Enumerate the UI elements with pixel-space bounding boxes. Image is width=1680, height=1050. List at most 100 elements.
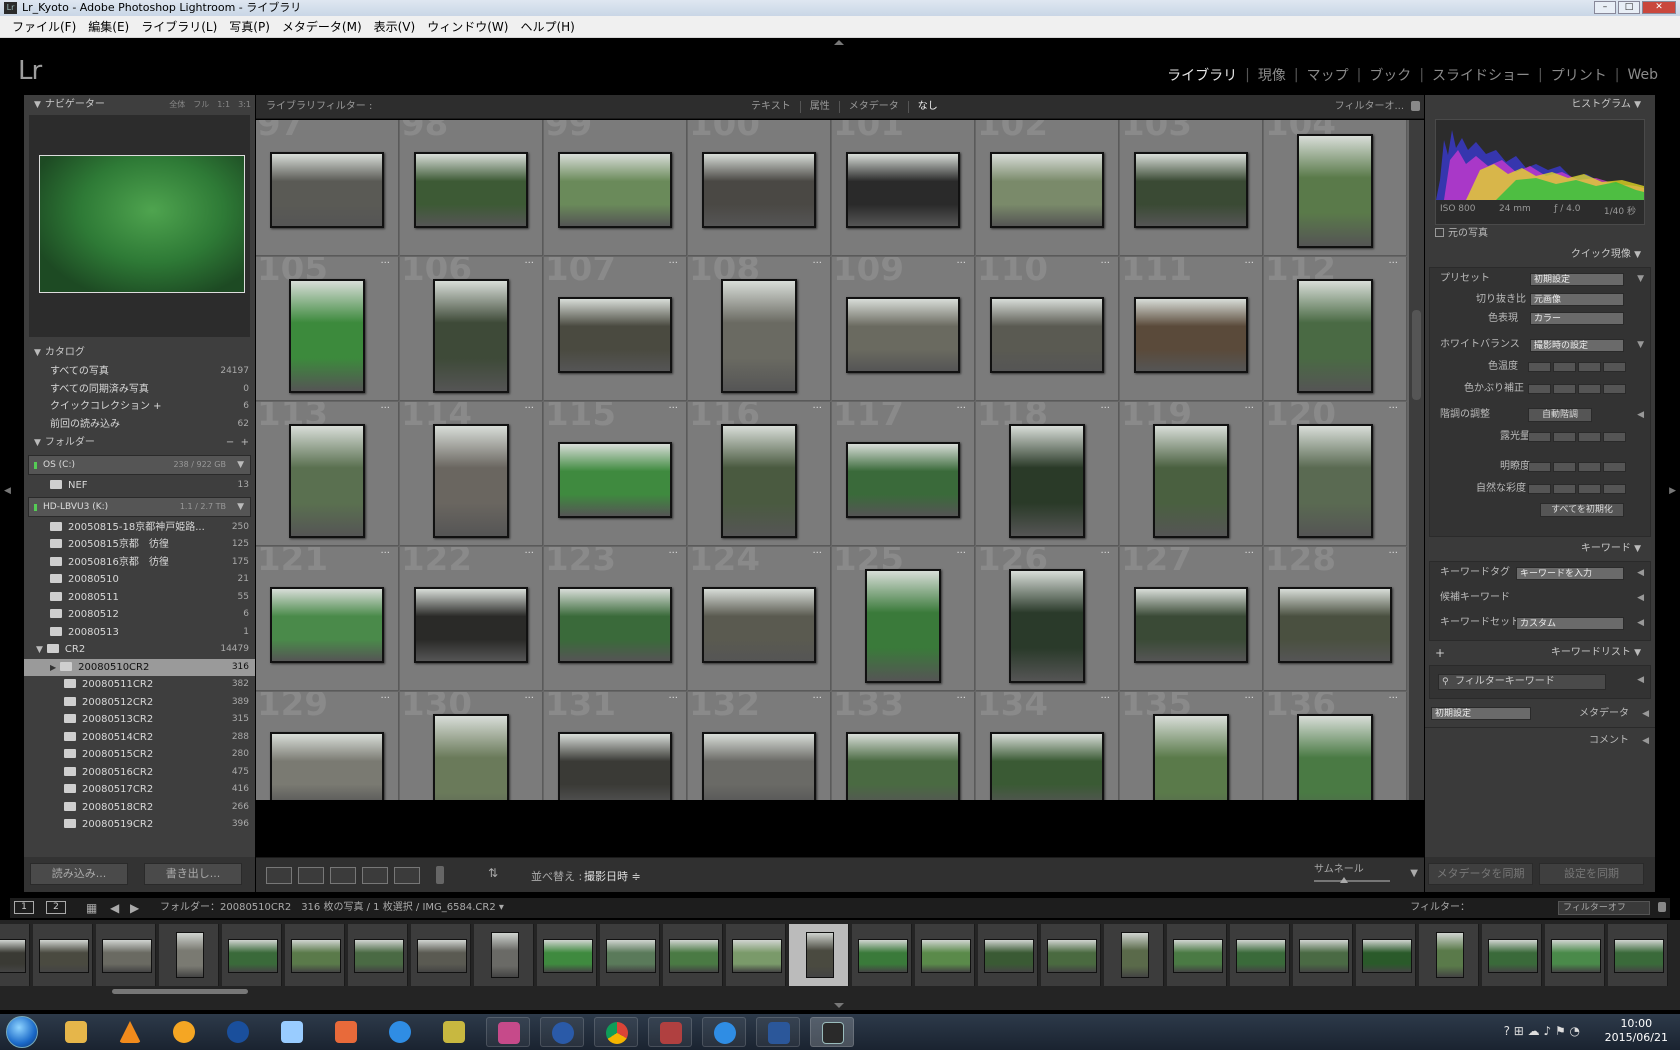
menu-view[interactable]: 表示(V) xyxy=(368,16,422,37)
grid-cell-menu-icon[interactable]: ... xyxy=(380,547,390,556)
filmstrip-cell[interactable] xyxy=(411,924,471,986)
grid-cell-menu-icon[interactable]: ... xyxy=(812,257,822,266)
photo-thumbnail[interactable] xyxy=(702,732,816,800)
dropdown-triangle-icon[interactable]: ▼ xyxy=(237,498,244,516)
grid-cell[interactable]: 126... xyxy=(976,547,1119,691)
grid-cell-menu-icon[interactable]: ... xyxy=(812,547,822,556)
photo-thumbnail[interactable] xyxy=(414,152,528,228)
grid-cell-menu-icon[interactable]: ... xyxy=(1388,402,1398,411)
grid-cell[interactable]: 122... xyxy=(400,547,543,691)
grid-cell[interactable]: 116... xyxy=(688,402,831,546)
photo-thumbnail[interactable] xyxy=(1134,297,1248,373)
photo-thumbnail[interactable] xyxy=(1134,152,1248,228)
filmstrip-cell[interactable] xyxy=(285,924,345,986)
filmstrip-cell[interactable] xyxy=(1104,924,1164,986)
grid-cell[interactable]: 130... xyxy=(400,692,543,800)
filmstrip-thumbnail[interactable] xyxy=(1047,939,1097,973)
grid-cell[interactable]: 114... xyxy=(400,402,543,546)
filmstrip-thumbnail[interactable] xyxy=(291,939,341,973)
filmstrip-cell[interactable] xyxy=(1293,924,1353,986)
filmstrip-cell[interactable] xyxy=(474,924,534,986)
primary-window-button[interactable]: 1 xyxy=(14,901,34,914)
grid-cell-menu-icon[interactable]: ... xyxy=(380,120,390,121)
vibrance-buttons[interactable] xyxy=(1528,484,1626,494)
grid-cell[interactable]: 104... xyxy=(1264,120,1407,256)
filmstrip-thumbnail[interactable] xyxy=(354,939,404,973)
top-panel-toggle-icon[interactable] xyxy=(834,40,844,45)
folders-header[interactable]: ▼ フォルダー − + xyxy=(24,433,255,453)
filmstrip-thumbnail[interactable] xyxy=(984,939,1034,973)
grid-cell-menu-icon[interactable]: ... xyxy=(956,692,966,701)
filmstrip-cell[interactable] xyxy=(537,924,597,986)
temperature-buttons[interactable] xyxy=(1528,362,1626,372)
grid-cell[interactable]: 118... xyxy=(976,402,1119,546)
grid-cell-menu-icon[interactable]: ... xyxy=(1244,692,1254,701)
sync-metadata-button[interactable]: メタデータを同期 xyxy=(1428,863,1533,885)
photo-thumbnail[interactable] xyxy=(1297,134,1373,248)
filmstrip-thumbnail[interactable] xyxy=(1299,939,1349,973)
grid-cell[interactable]: 128... xyxy=(1264,547,1407,691)
sort-direction-icon[interactable]: ⇅ xyxy=(488,866,498,880)
filmstrip-cell[interactable] xyxy=(915,924,975,986)
taskbar-media[interactable] xyxy=(162,1017,206,1047)
lock-icon[interactable] xyxy=(1658,902,1666,912)
menu-photo[interactable]: 写真(P) xyxy=(223,16,276,37)
filmstrip-cell[interactable] xyxy=(1230,924,1290,986)
filmstrip-thumbnail[interactable] xyxy=(417,939,467,973)
taskbar-ie[interactable] xyxy=(702,1017,746,1047)
filmstrip-thumbnail[interactable] xyxy=(732,939,782,973)
grid-cell-menu-icon[interactable]: ... xyxy=(524,402,534,411)
navigator-thumbnail[interactable] xyxy=(39,155,245,293)
grid-cell[interactable]: 132... xyxy=(688,692,831,800)
import-button[interactable]: 読み込み... xyxy=(30,863,128,885)
slider-knob[interactable] xyxy=(1340,877,1348,883)
filter-text[interactable]: テキスト xyxy=(742,101,801,113)
grid-cell-menu-icon[interactable]: ... xyxy=(380,402,390,411)
photo-thumbnail[interactable] xyxy=(433,279,509,393)
photo-thumbnail[interactable] xyxy=(846,152,960,228)
grid-cell[interactable]: 135... xyxy=(1120,692,1263,800)
comments-header[interactable]: コメント ◀ xyxy=(1425,727,1655,753)
filter-metadata[interactable]: メタデータ xyxy=(840,101,909,113)
grid-cell[interactable]: 108... xyxy=(688,257,831,401)
grid-cell[interactable]: 115... xyxy=(544,402,687,546)
filmstrip-thumbnail[interactable] xyxy=(1236,939,1286,973)
menu-library[interactable]: ライブラリ(L) xyxy=(135,16,223,37)
metadata-header[interactable]: 初期設定 メタデータ ◀ xyxy=(1425,701,1655,727)
filter-preset-select[interactable]: フィルターオ... xyxy=(1335,95,1404,119)
folder-item[interactable]: 20080511CR2 382 xyxy=(24,676,255,694)
filmstrip-toggle-icon[interactable] xyxy=(834,1003,844,1008)
taskbar-explorer[interactable] xyxy=(54,1017,98,1047)
minimize-icon[interactable]: – xyxy=(1594,1,1616,14)
add-remove-folder-icon[interactable]: − + xyxy=(226,433,249,453)
photo-thumbnail[interactable] xyxy=(289,424,365,538)
filter-attribute[interactable]: 属性 xyxy=(801,101,840,113)
module-book[interactable]: ブック xyxy=(1361,65,1419,85)
folder-item-cr2[interactable]: ▼ CR2 14479 xyxy=(24,641,255,659)
keyword-filter-input[interactable]: ⚲ フィルターキーワード xyxy=(1438,674,1606,690)
photo-thumbnail[interactable] xyxy=(414,587,528,663)
grid-cell[interactable]: 131... xyxy=(544,692,687,800)
photo-thumbnail[interactable] xyxy=(289,279,365,393)
taskbar-vlc[interactable] xyxy=(108,1017,152,1047)
auto-tone-button[interactable]: 自動階調 xyxy=(1528,408,1592,422)
filmstrip-cell[interactable] xyxy=(726,924,786,986)
people-view-icon[interactable] xyxy=(394,867,420,884)
photo-thumbnail[interactable] xyxy=(865,569,941,683)
grid-cell-menu-icon[interactable]: ... xyxy=(1388,692,1398,701)
grid-cell-menu-icon[interactable]: ... xyxy=(524,547,534,556)
navigator-header[interactable]: ▼ ナビゲーター 全体 フル 1:1 3:1 xyxy=(24,95,255,115)
filmstrip-thumbnail[interactable] xyxy=(921,939,971,973)
expand-triangle-icon[interactable]: ◀ xyxy=(1642,728,1649,754)
folder-item[interactable]: 20050816京都 彷徨 175 xyxy=(24,554,255,572)
photo-thumbnail[interactable] xyxy=(1153,714,1229,800)
expand-triangle-icon[interactable]: ▼ xyxy=(36,645,43,655)
grid-cell-menu-icon[interactable]: ... xyxy=(956,120,966,121)
grid-cell-menu-icon[interactable]: ... xyxy=(812,402,822,411)
grid-cell[interactable]: 123... xyxy=(544,547,687,691)
photo-thumbnail[interactable] xyxy=(846,732,960,800)
module-web[interactable]: Web xyxy=(1619,67,1666,83)
menu-window[interactable]: ウィンドウ(W) xyxy=(421,16,514,37)
filmstrip-cell[interactable] xyxy=(978,924,1038,986)
navigator-zoom-options[interactable]: 全体 フル 1:1 3:1 xyxy=(169,95,251,115)
